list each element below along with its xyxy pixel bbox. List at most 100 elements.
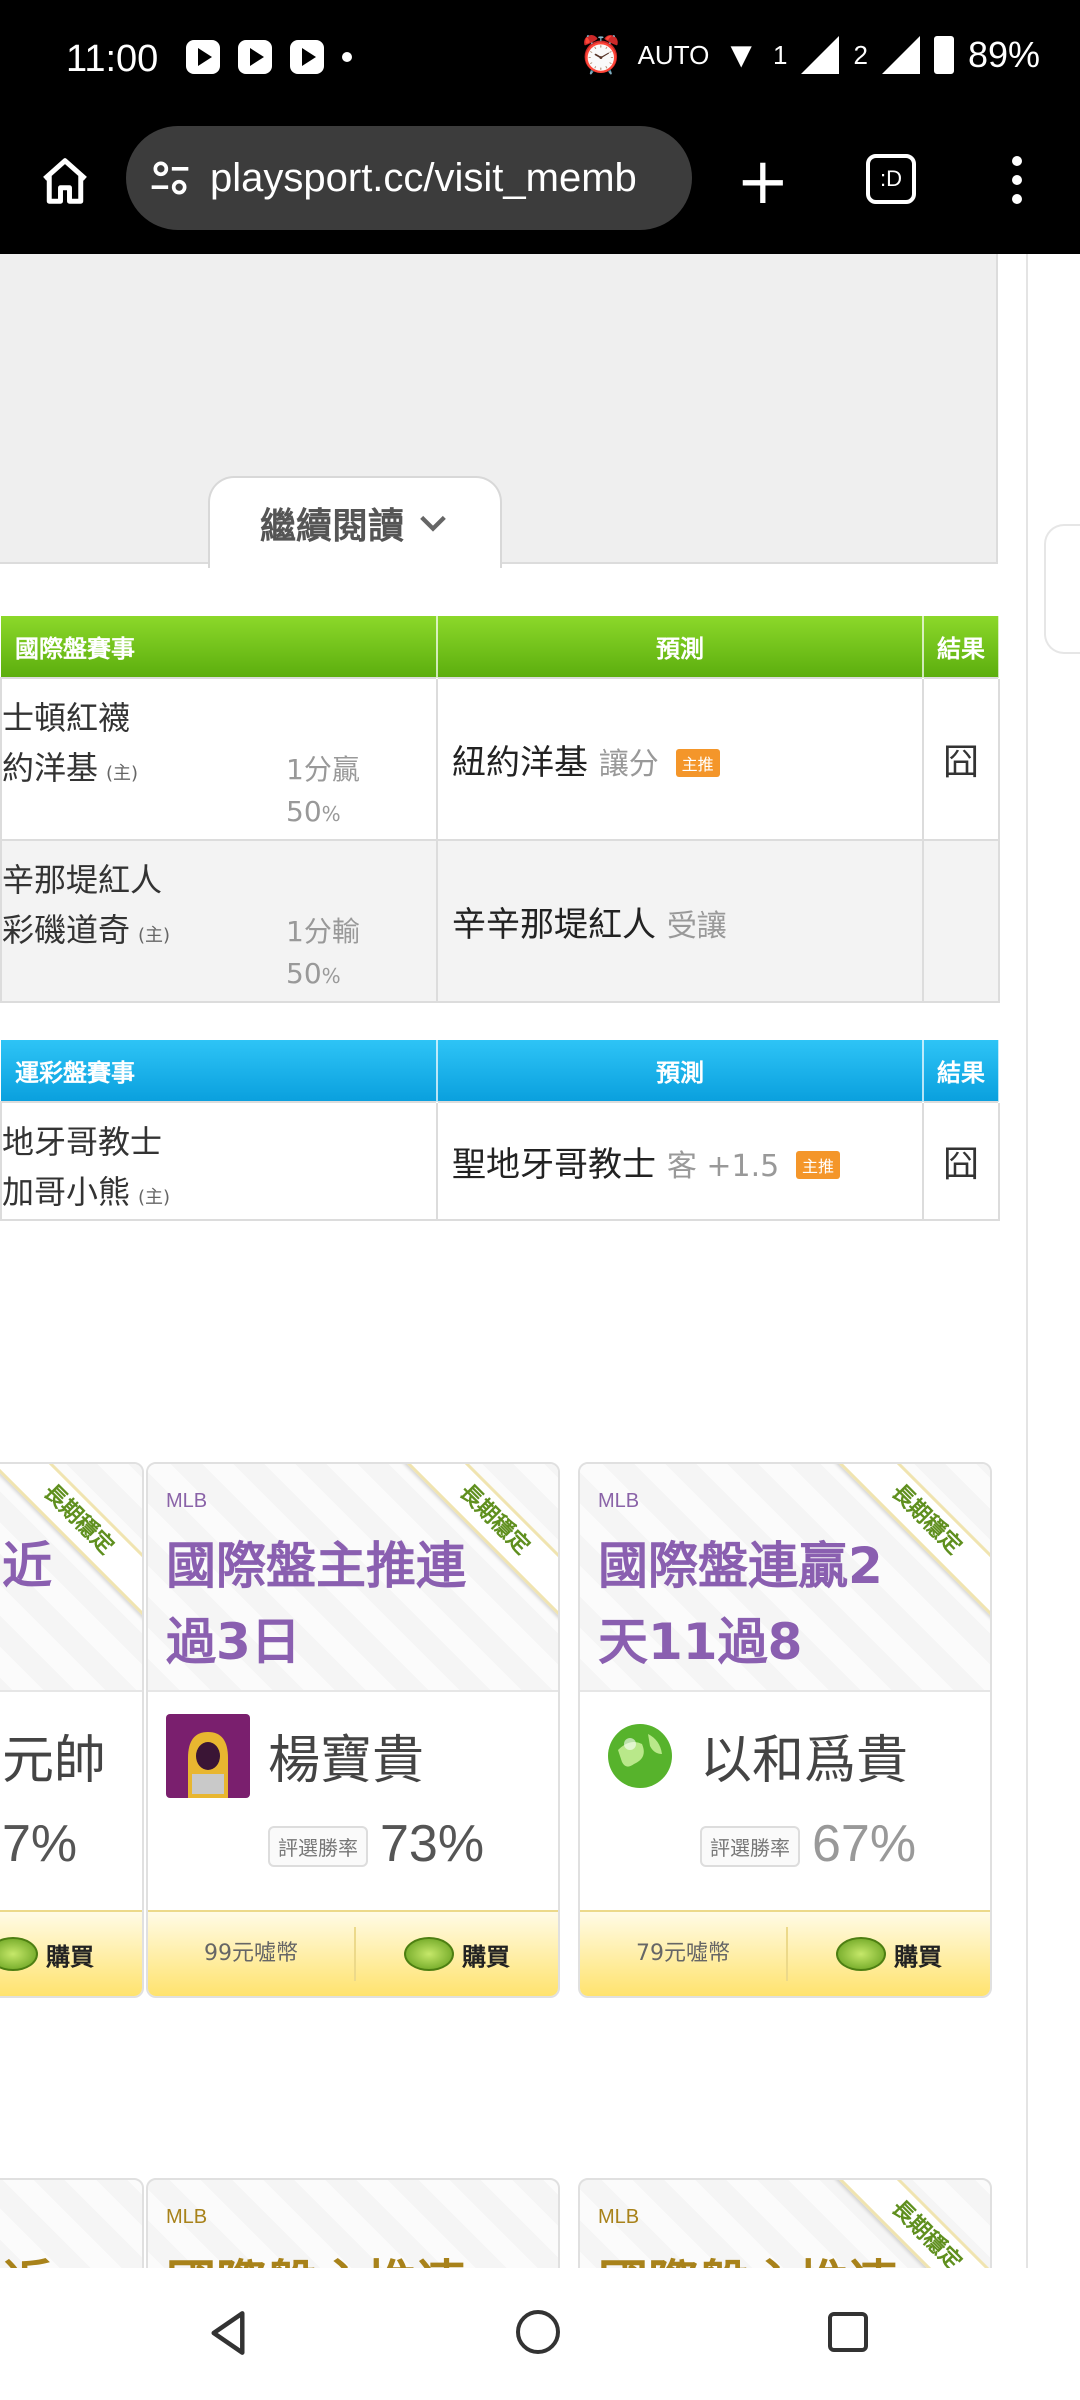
card-title: 國際盤主推連 <box>598 2244 898 2268</box>
away-team: 地牙哥教士 <box>2 1123 163 1161</box>
wifi-icon: ▼ <box>723 34 759 75</box>
home-team: 加哥小熊 <box>2 1173 131 1211</box>
table-row: 士頓紅襪 約洋基 (主) 1分贏 50% 紐約洋基 讓分 主推 囧 <box>0 677 1000 841</box>
win-rate: 7% <box>2 1815 78 1873</box>
alarm-icon: ⏰ <box>578 34 624 75</box>
prediction-cell: 紐約洋基 讓分 主推 <box>436 677 924 841</box>
pick-team: 辛辛那堤紅人 <box>452 904 656 945</box>
header-match: 運彩盤賽事 <box>1 1040 438 1102</box>
address-bar[interactable]: playsport.cc/visit_memb <box>126 126 692 230</box>
international-prediction-table: 國際盤賽事 預測 結果 士頓紅襪 約洋基 (主) 1分贏 50% 紐約洋基 讓分 … <box>0 616 1000 1003</box>
card-title: 國際盤連贏2天11過8 <box>598 1537 883 1671</box>
avatar[interactable] <box>598 1714 682 1798</box>
score-result: 1分輸 <box>286 915 360 948</box>
system-nav-bar <box>0 2268 1080 2400</box>
predictor-card[interactable]: 近 <box>0 2178 144 2268</box>
signal-icon <box>801 36 840 74</box>
match-result: 1分輸 50% <box>286 911 360 997</box>
play-notification-icon <box>238 40 272 74</box>
notification-icons <box>186 40 352 74</box>
home-icon[interactable] <box>38 154 92 208</box>
league-label: MLB <box>598 2206 640 2228</box>
tab-switcher-icon[interactable]: :D <box>866 154 916 204</box>
price: 79元噓幣 <box>580 1927 788 1981</box>
league-label: MLB <box>166 2206 208 2228</box>
card-title: 國際盤主推連 <box>166 2244 466 2268</box>
buy-bar: 79元噓幣 購買 <box>580 1910 990 1996</box>
hooded-figure-avatar-icon <box>166 1714 250 1798</box>
pick-percent: 50% <box>286 795 341 828</box>
outcome-cell: 囧 <box>922 677 1000 841</box>
lottery-prediction-table: 運彩盤賽事 預測 結果 地牙哥教士 加哥小熊 (主) 聖地牙哥教士 客 +1.5 … <box>0 1040 1000 1221</box>
match-cell: 地牙哥教士 加哥小熊 (主) <box>0 1101 438 1221</box>
card-header: 近 長期穩定 <box>0 1464 142 1692</box>
win-rate-label: 評選勝率 <box>268 1826 368 1867</box>
new-tab-icon[interactable]: + <box>736 150 790 214</box>
away-team: 士頓紅襪 <box>2 699 131 737</box>
sim1-label: 1 <box>773 39 788 70</box>
play-notification-icon <box>186 40 220 74</box>
predictor-card[interactable]: MLB 國際盤主推連過3日 長期穩定 楊寶貴 評選勝率 73% 99元噓幣 購買 <box>146 1462 560 1998</box>
win-rate: 67% <box>812 1815 917 1873</box>
predictor-card[interactable]: MLB 國際盤連贏2天11過8 長期穩定 以和爲貴 評選勝率 67% 79元噓幣… <box>578 1462 992 1998</box>
outcome-cell <box>922 839 1000 1003</box>
table-header: 國際盤賽事 預測 結果 <box>1 616 1000 678</box>
home-nav-icon[interactable] <box>516 2310 560 2354</box>
pick-type: 受讓 <box>666 908 727 944</box>
main-pick-badge: 主推 <box>675 748 720 777</box>
avatar[interactable] <box>166 1714 250 1798</box>
match-cell: 辛那堤紅人 彩磯道奇 (主) 1分輸 50% <box>0 839 438 1003</box>
side-panel-handle[interactable] <box>1044 524 1080 654</box>
card-header: MLB 國際盤主推連過3日 長期穩定 <box>148 1464 558 1692</box>
status-bar: 11:00 ⏰ AUTO ▼ 1 2 89% <box>0 0 1080 124</box>
battery-icon <box>933 36 954 74</box>
predictor-card[interactable]: MLB 國際盤主推連 <box>146 2178 560 2268</box>
away-team: 辛那堤紅人 <box>2 861 163 899</box>
globe-avatar-icon <box>598 1714 682 1798</box>
back-icon[interactable] <box>206 2308 250 2358</box>
more-notifications-icon <box>342 52 352 62</box>
table-row: 辛那堤紅人 彩磯道奇 (主) 1分輸 50% 辛辛那堤紅人 受讓 <box>0 839 1000 1003</box>
url-text[interactable]: playsport.cc/visit_memb <box>210 156 637 201</box>
site-settings-icon[interactable] <box>148 156 192 200</box>
predictor-card[interactable]: MLB 國際盤主推連 長期穩定 <box>578 2178 992 2268</box>
home-mark: (主) <box>138 1187 171 1208</box>
predictor-card[interactable]: 近 長期穩定 元帥 7% 購買 <box>0 1462 144 1998</box>
more-menu-icon[interactable] <box>1012 156 1022 213</box>
buy-bar: 99元噓幣 購買 <box>148 1910 558 1996</box>
buy-button[interactable]: 購買 <box>788 1937 990 1972</box>
sim2-label: 2 <box>853 39 868 70</box>
recent-apps-icon[interactable] <box>828 2312 868 2352</box>
prediction-cell: 聖地牙哥教士 客 +1.5 主推 <box>436 1101 924 1221</box>
score-result: 1分贏 <box>286 753 360 786</box>
auto-hz-icon: AUTO <box>637 39 710 70</box>
home-team-line: 加哥小熊 (主) <box>2 1167 170 1213</box>
card-title: 近 <box>2 2244 52 2268</box>
coin-icon <box>836 1937 886 1971</box>
status-time: 11:00 <box>66 38 159 80</box>
pick-team: 紐約洋基 <box>452 742 588 783</box>
table-row: 地牙哥教士 加哥小熊 (主) 聖地牙哥教士 客 +1.5 主推 囧 <box>0 1101 1000 1221</box>
buy-bar: 購買 <box>0 1910 142 1996</box>
continue-reading-label: 繼續閱讀 <box>259 506 404 547</box>
main-pick-badge: 主推 <box>796 1150 841 1179</box>
predictor-name[interactable]: 楊寶貴 <box>268 1718 424 1793</box>
buy-button[interactable]: 購買 <box>356 1937 558 1972</box>
league-label: MLB <box>166 1490 208 1512</box>
home-mark: (主) <box>138 925 171 946</box>
home-mark: (主) <box>106 763 139 784</box>
home-team-line: 彩磯道奇 (主) <box>2 905 170 951</box>
outcome-cell: 囧 <box>922 1101 1000 1221</box>
pick-team: 聖地牙哥教士 <box>452 1144 656 1185</box>
header-prediction: 預測 <box>437 1040 924 1102</box>
header-match: 國際盤賽事 <box>1 616 438 678</box>
continue-reading-button[interactable]: 繼續閱讀 <box>208 476 502 568</box>
league-label: MLB <box>598 1490 640 1512</box>
prediction-cell: 辛辛那堤紅人 受讓 <box>436 839 924 1003</box>
header-result: 結果 <box>923 616 1000 678</box>
predictor-name[interactable]: 以和爲貴 <box>700 1718 908 1793</box>
match-cell: 士頓紅襪 約洋基 (主) 1分贏 50% <box>0 677 438 841</box>
home-team: 彩磯道奇 <box>2 911 131 949</box>
chevron-down-icon <box>420 515 446 532</box>
buy-button[interactable]: 購買 <box>0 1937 142 1972</box>
